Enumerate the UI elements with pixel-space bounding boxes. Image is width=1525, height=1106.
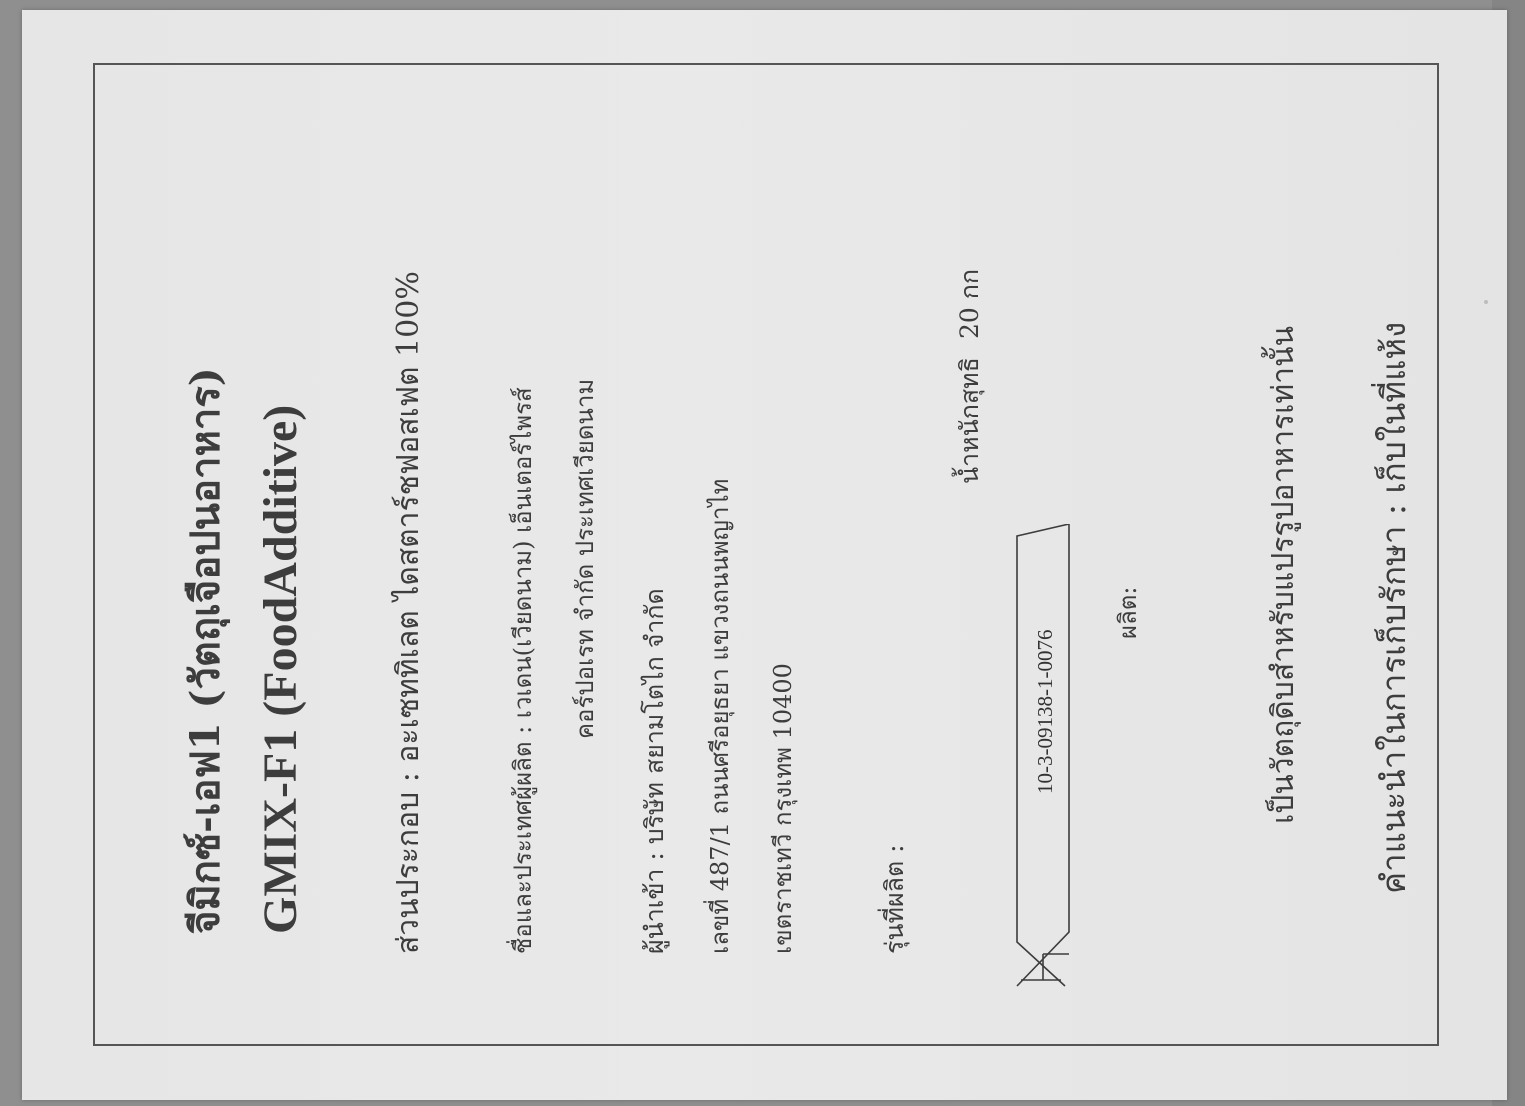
composition-text: ส่วนประกอบ : อะเซททิเลต ไดสตาร์ชฟอสเฟต 1… bbox=[391, 271, 426, 954]
fda-registration-box: 10-3-09138-1-0076 bbox=[1013, 524, 1073, 994]
importer-text: ผู้นำเข้า : บริษัท สยามโตไก จำกัด bbox=[640, 588, 669, 954]
address-line-1: เลขที่ 487/1 ถนนศรีอยุธยา แขวงถนนพญาไท bbox=[706, 478, 734, 954]
usage-note: เป็นวัตถุดิบสำหรับแปรรูปอาหารเท่านั้น bbox=[1266, 325, 1301, 824]
paper-speck bbox=[1484, 300, 1488, 304]
storage-instruction: คำแนะนำในการเก็บรักษา : เก็บในที่แห้ง bbox=[1374, 321, 1413, 894]
manufacturer-line-2: คอร์ปอเรท จำกัด ประเทศเวียดนาม bbox=[571, 378, 599, 739]
label-content: จีมิกซ์-เอฟ1 (วัตถุเจือปนอาหาร) GMIX-F1 … bbox=[95, 64, 1435, 1044]
manufacturer-line-1: ชื่อและประเทศผู้ผลิต : เวเดน(เวียดนาม) เ… bbox=[509, 387, 537, 954]
product-title-thai: จีมิกซ์-เอฟ1 (วัตถุเจือปนอาหาร) bbox=[182, 367, 229, 934]
lot-number-label: รุ่นที่ผลิต : bbox=[880, 844, 909, 954]
net-weight-label: น้ำหนักสุทธิ bbox=[955, 357, 984, 484]
fda-registration-number: 10-3-09138-1-0076 bbox=[1033, 629, 1057, 794]
net-weight-value: 20 กก bbox=[955, 268, 984, 339]
product-title-english: GMIX-F1 (FoodAdditive) bbox=[254, 404, 307, 934]
manufacture-date-label: ผลิต: bbox=[1114, 586, 1142, 639]
address-line-2: เขตราชเทวี กรุงเทพ 10400 bbox=[769, 663, 797, 954]
